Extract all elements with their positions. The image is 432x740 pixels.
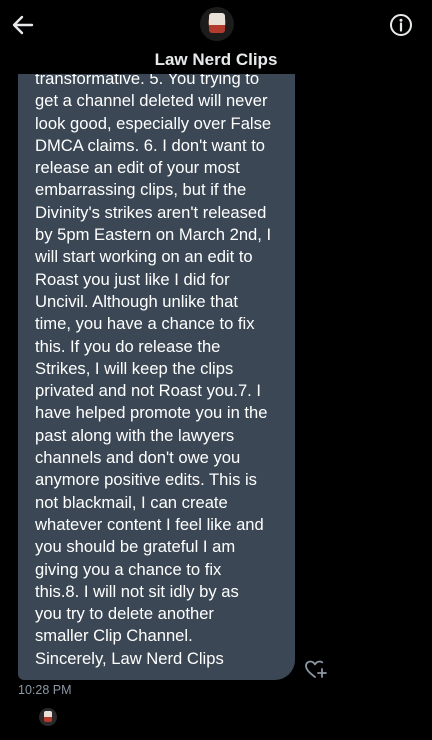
- contact-avatar[interactable]: [200, 7, 234, 41]
- info-icon: [390, 14, 412, 36]
- back-button[interactable]: [10, 12, 36, 38]
- message-timestamp: 10:28 PM: [18, 683, 72, 697]
- heart-plus-icon: [305, 660, 327, 678]
- react-button[interactable]: [303, 657, 327, 681]
- message-bubble[interactable]: transformative. 5. You trying to get a c…: [18, 30, 295, 680]
- read-receipt-avatar: [39, 708, 57, 726]
- conversation-header: Law Nerd Clips: [0, 0, 432, 74]
- arrow-left-icon: [12, 15, 34, 35]
- contact-name[interactable]: Law Nerd Clips: [0, 50, 432, 70]
- info-button[interactable]: [388, 12, 414, 38]
